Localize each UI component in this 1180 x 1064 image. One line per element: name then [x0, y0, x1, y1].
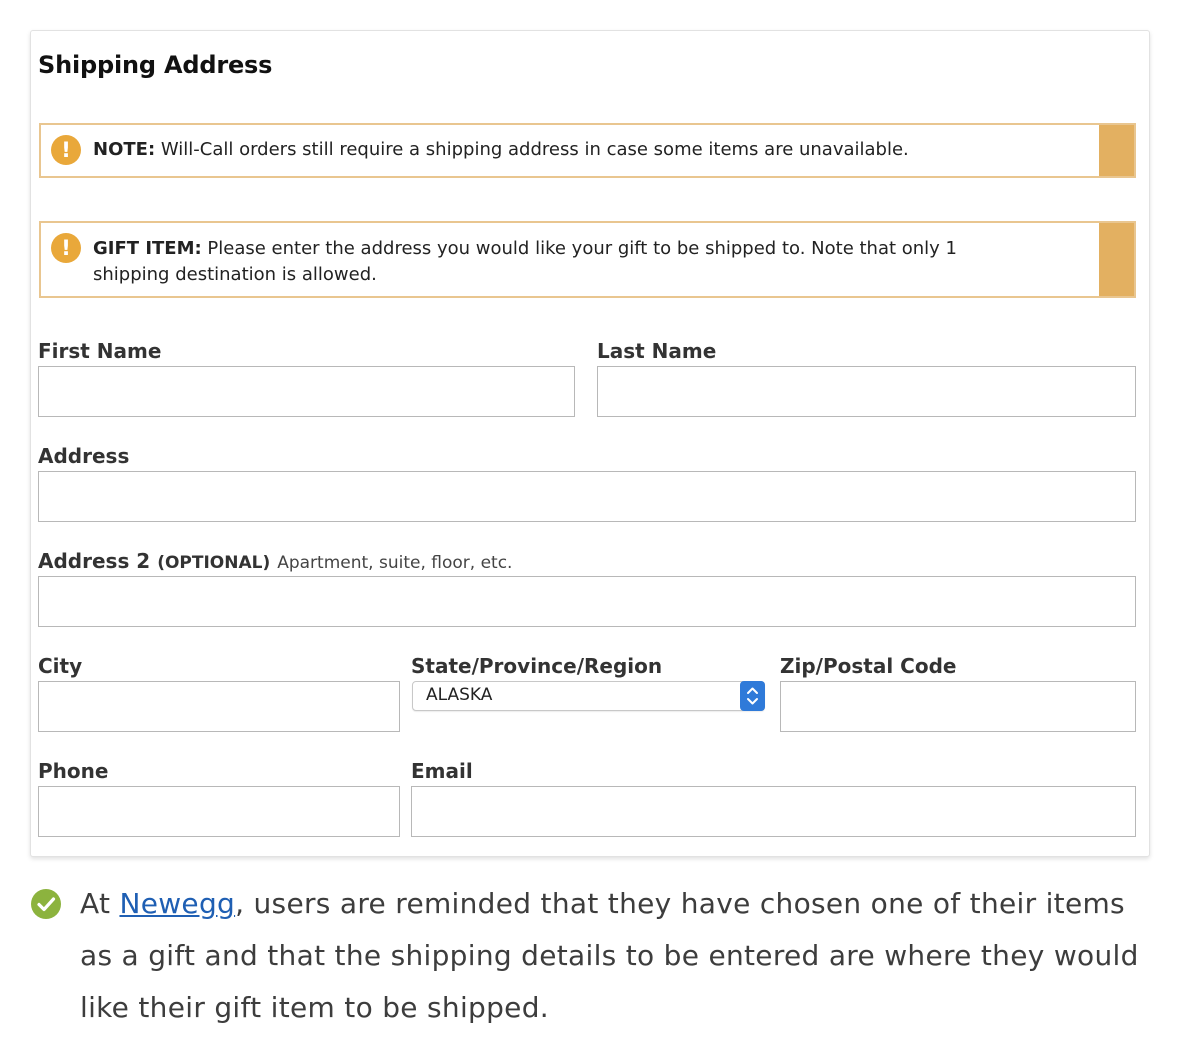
exclamation-circle-icon: !	[51, 233, 81, 263]
phone-field[interactable]	[38, 786, 400, 837]
address2-label-text: Address 2	[38, 549, 151, 573]
email-label: Email	[411, 759, 473, 783]
address2-hint: Apartment, suite, floor, etc.	[277, 553, 513, 573]
address-field[interactable]	[38, 471, 1136, 522]
phone-label: Phone	[38, 759, 109, 783]
state-select[interactable]: ALASKA	[412, 681, 765, 711]
gift-text: GIFT ITEM: Please enter the address you …	[93, 236, 1014, 288]
note-label: NOTE:	[93, 139, 156, 160]
will-call-note: ! NOTE: Will-Call orders still require a…	[39, 123, 1136, 178]
address2-label: Address 2 (OPTIONAL) Apartment, suite, f…	[38, 549, 512, 573]
shipping-address-card: Shipping Address ! NOTE: Will-Call order…	[30, 30, 1150, 857]
caption-rest: , users are reminded that they have chos…	[80, 887, 1139, 1024]
last-name-label: Last Name	[597, 339, 717, 363]
zip-label: Zip/Postal Code	[780, 654, 957, 678]
chevron-updown-icon[interactable]	[740, 681, 765, 711]
last-name-field[interactable]	[597, 366, 1136, 417]
page-title: Shipping Address	[38, 51, 273, 79]
note-text: NOTE: Will-Call orders still require a s…	[93, 137, 1014, 163]
city-label: City	[38, 654, 83, 678]
caption: At Newegg, users are reminded that they …	[30, 878, 1150, 1038]
state-label: State/Province/Region	[411, 654, 663, 678]
caption-prefix: At	[80, 887, 120, 920]
gift-item-note: ! GIFT ITEM: Please enter the address yo…	[39, 221, 1136, 298]
gift-label: GIFT ITEM:	[93, 238, 202, 259]
optional-tag: (OPTIONAL)	[157, 553, 271, 573]
caption-text: At Newegg, users are reminded that they …	[80, 878, 1150, 1034]
address2-field[interactable]	[38, 576, 1136, 627]
zip-field[interactable]	[780, 681, 1136, 732]
exclamation-circle-icon: !	[51, 135, 81, 165]
first-name-label: First Name	[38, 339, 162, 363]
first-name-field[interactable]	[38, 366, 575, 417]
state-select-value: ALASKA	[426, 685, 493, 705]
address-label: Address	[38, 444, 130, 468]
gift-stripe	[1099, 223, 1134, 296]
check-circle-icon	[31, 889, 61, 919]
email-field[interactable]	[411, 786, 1136, 837]
newegg-link[interactable]: Newegg	[119, 887, 235, 920]
city-field[interactable]	[38, 681, 400, 732]
gift-message: Please enter the address you would like …	[93, 238, 958, 285]
note-stripe	[1099, 125, 1134, 176]
note-message: Will-Call orders still require a shippin…	[155, 139, 909, 160]
